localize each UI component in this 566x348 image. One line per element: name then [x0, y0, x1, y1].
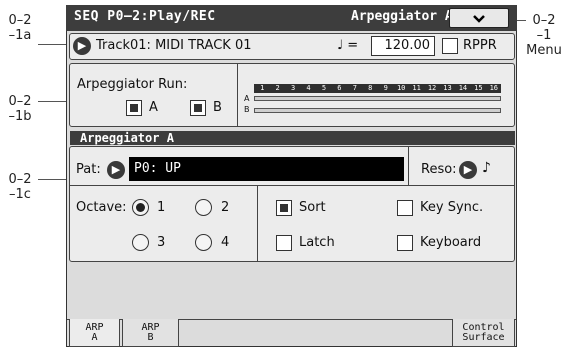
tempo-field[interactable]: 120.00: [371, 36, 435, 56]
octave-label: Octave:: [76, 200, 127, 215]
arp-section-title-text: Arpeggiator A: [80, 131, 174, 145]
title-bar: SEQ P0–2:Play/REC Arpeggiator A: [66, 5, 517, 31]
pattern-select-button[interactable]: ▶: [107, 161, 125, 179]
octave-radio-2[interactable]: [195, 199, 212, 216]
callout-1a: 0–2 –1a: [8, 13, 32, 43]
arp-run-a-checkbox[interactable]: [126, 100, 142, 116]
sort-checkbox[interactable]: [276, 200, 292, 216]
rppr-checkbox[interactable]: [442, 38, 458, 54]
step-number: 14: [458, 84, 468, 92]
arp-run-divider: [237, 64, 238, 126]
arp-run-b-checkbox[interactable]: [190, 100, 206, 116]
octave-radio-1[interactable]: [132, 199, 149, 216]
callout-1a-leader: [38, 44, 68, 45]
arp-run-label: Arpeggiator Run:: [77, 77, 188, 92]
chevron-down-icon: [473, 11, 485, 25]
track-select-button[interactable]: ▶: [73, 37, 91, 55]
arp-run-a-label: A: [149, 100, 158, 115]
latch-checkbox[interactable]: [276, 235, 292, 251]
arp-run-b-label: B: [213, 100, 222, 115]
page-title: SEQ P0–2:Play/REC: [74, 9, 216, 24]
pat-label: Pat:: [76, 162, 101, 177]
reso-label: Reso:: [421, 162, 457, 177]
step-number: 1: [260, 84, 265, 92]
reso-value[interactable]: ♪: [482, 160, 491, 176]
step-number: 10: [396, 84, 406, 92]
octave-column-divider: [257, 186, 258, 261]
tempo-symbol: ♩ =: [337, 38, 359, 53]
octave-2-label: 2: [221, 200, 230, 215]
latch-label: Latch: [299, 235, 335, 250]
step-number: 4: [306, 84, 311, 92]
track-name: Track01: MIDI TRACK 01: [96, 38, 252, 53]
rppr-label: RPPR: [463, 38, 497, 53]
step-row-a-bar: [254, 96, 501, 101]
step-row-b-bar: [254, 108, 501, 113]
step-number: 7: [352, 84, 357, 92]
page-menu-button[interactable]: [449, 8, 509, 28]
octave-1-label: 1: [157, 200, 166, 215]
reso-select-button[interactable]: ▶: [459, 161, 477, 179]
key-sync-label: Key Sync.: [420, 200, 484, 215]
step-number: 8: [368, 84, 373, 92]
octave-radio-3[interactable]: [132, 234, 149, 251]
step-row-b-label: B: [244, 105, 250, 114]
step-number: 16: [489, 84, 498, 92]
step-number: 11: [412, 84, 421, 92]
keyboard-checkbox[interactable]: [397, 235, 413, 251]
tab-arp-a[interactable]: ARP A: [69, 319, 120, 347]
callout-1c: 0–2 –1c: [8, 172, 32, 202]
step-number: 13: [443, 84, 452, 92]
tab-arp-b[interactable]: ARP B: [122, 319, 179, 347]
callout-1b-leader: [38, 101, 68, 102]
arp-run-panel: [69, 63, 515, 127]
callout-1c-leader: [38, 179, 68, 180]
callout-1b: 0–2 –1b: [8, 94, 32, 124]
step-number: 6: [337, 84, 342, 92]
step-number: 3: [290, 84, 296, 92]
octave-4-label: 4: [221, 235, 230, 250]
callout-menu: 0–2 –1 Menu: [526, 13, 562, 58]
arp-section-title: Arpeggiator A: [70, 131, 515, 145]
pattern-divider: [408, 147, 409, 185]
sort-label: Sort: [299, 200, 326, 215]
step-number: 5: [321, 84, 327, 92]
step-number: 9: [383, 84, 388, 92]
pattern-field[interactable]: P0: UP: [129, 157, 404, 181]
octave-row-divider: [70, 185, 514, 186]
step-number: 15: [474, 84, 483, 92]
keyboard-label: Keyboard: [420, 235, 482, 250]
tab-control-surface[interactable]: Control Surface: [452, 319, 515, 347]
page-name: Arpeggiator A: [351, 9, 453, 24]
step-row-a-label: A: [244, 94, 250, 103]
step-number: 2: [275, 84, 280, 92]
octave-radio-4[interactable]: [195, 234, 212, 251]
octave-3-label: 3: [157, 235, 166, 250]
step-number: 12: [427, 84, 437, 92]
key-sync-checkbox[interactable]: [397, 200, 413, 216]
step-numbers: 1 2 3 4 5 6 7 8 9 10 11 12 13 14 15 16: [254, 84, 501, 93]
